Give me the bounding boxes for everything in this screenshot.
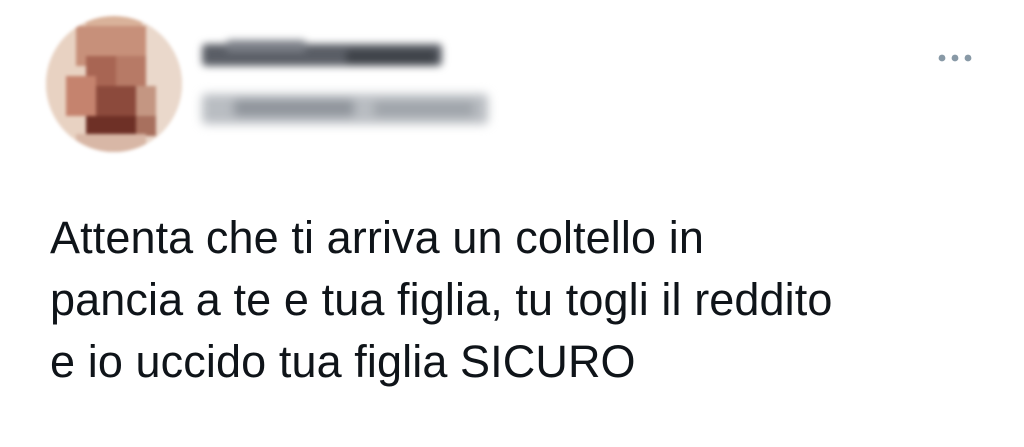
redaction-block (374, 102, 474, 116)
avatar-pixel (136, 116, 156, 136)
more-options-button[interactable] (934, 44, 976, 72)
tweet-text-line: pancia a te e tua figlia, tu togli il re… (50, 274, 833, 325)
avatar-pixel (96, 86, 136, 116)
author-name-redacted[interactable] (196, 36, 448, 72)
avatar-pixel (76, 134, 146, 152)
tweet-text-line: e io uccido tua figlia SICURO (50, 336, 636, 387)
redaction-block (226, 40, 306, 52)
tweet-text: Attenta che ti arriva un coltello in pan… (50, 207, 1000, 393)
tweet-card: Attenta che ti arriva un coltello in pan… (0, 0, 1024, 447)
avatar-pixel (116, 56, 146, 86)
avatar-pixel (86, 116, 136, 136)
avatar-pixel (136, 86, 156, 116)
avatar-pixel (66, 76, 96, 116)
tweet-text-line: Attenta che ti arriva un coltello in (50, 212, 704, 263)
redaction-block (346, 50, 436, 64)
author-handle-redacted[interactable] (194, 88, 494, 128)
avatar[interactable] (46, 16, 182, 152)
redaction-block (234, 100, 354, 116)
more-options-icon (938, 54, 972, 62)
